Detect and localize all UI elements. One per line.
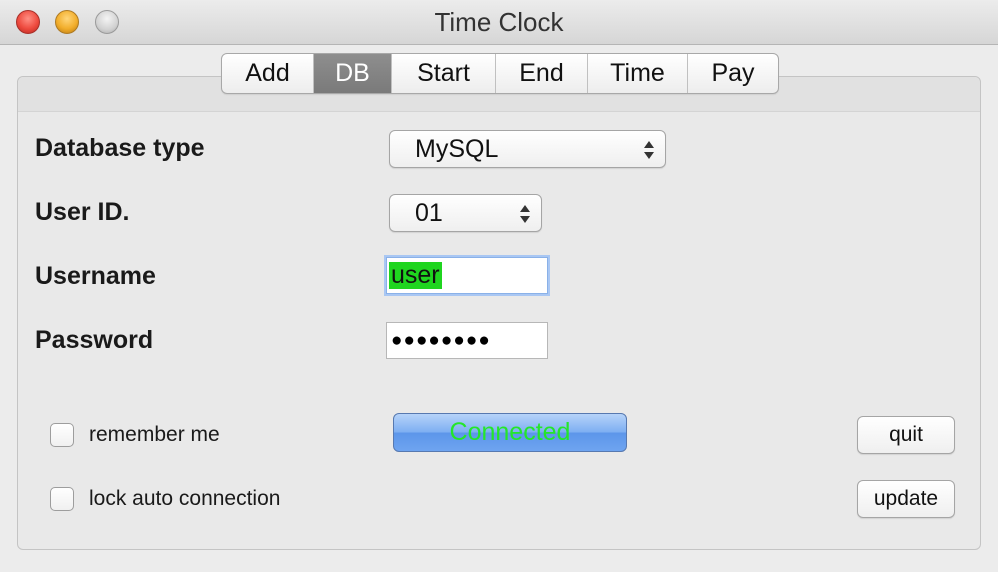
quit-button[interactable]: quit [857,416,955,454]
password-mask: ●●●●●●●● [391,330,491,351]
database-type-value: MySQL [415,135,499,163]
tab-add[interactable]: Add [222,54,314,93]
stepper-arrows-icon[interactable] [519,203,531,225]
database-type-select[interactable]: MySQL [389,130,666,168]
password-label: Password [35,326,154,354]
user-id-value: 01 [415,199,443,227]
username-value: user [389,261,442,289]
database-type-label: Database type [35,134,205,162]
tab-db[interactable]: DB [314,54,392,93]
lock-auto-connection-label[interactable]: lock auto connection [89,487,280,511]
time-clock-window: Time Clock Add DB Start End Time Pay Dat… [0,0,998,572]
lock-auto-connection-checkbox[interactable] [50,487,74,511]
username-field[interactable]: user [386,257,548,294]
remember-me-label[interactable]: remember me [89,423,220,447]
update-button[interactable]: update [857,480,955,518]
tab-pay[interactable]: Pay [688,54,778,93]
tab-end[interactable]: End [496,54,588,93]
select-arrows-icon [644,141,654,159]
user-id-stepper[interactable]: 01 [389,194,542,232]
connection-status-button[interactable]: Connected [393,413,627,452]
tab-bar: Add DB Start End Time Pay [221,53,779,94]
password-field[interactable]: ●●●●●●●● [386,322,548,359]
user-id-label: User ID. [35,198,130,226]
tab-start[interactable]: Start [392,54,496,93]
username-label: Username [35,262,156,290]
tab-time[interactable]: Time [588,54,688,93]
title-bar: Time Clock [0,0,998,45]
remember-me-checkbox[interactable] [50,423,74,447]
window-title: Time Clock [434,7,564,37]
